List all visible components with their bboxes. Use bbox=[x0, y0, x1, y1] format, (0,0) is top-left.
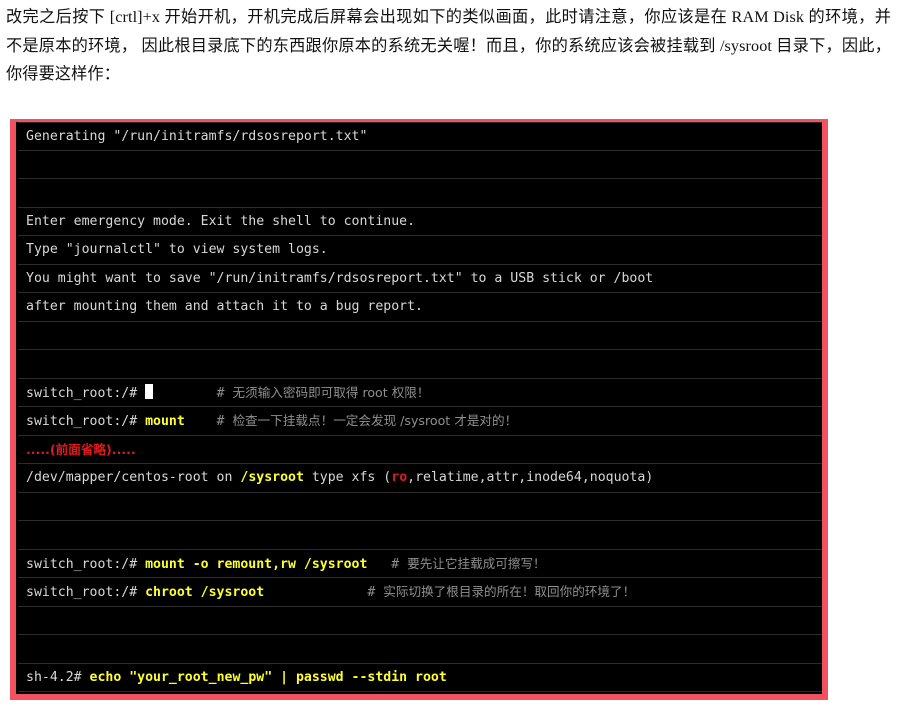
terminal-blank-line bbox=[18, 493, 822, 521]
terminal-token-prompt: sh-4.2# bbox=[26, 669, 90, 685]
terminal-line: switch_root:/# chroot /sysroot # 实际切换了根目… bbox=[18, 578, 822, 607]
terminal-blank-line bbox=[18, 607, 822, 635]
terminal-line: switch_root:/# mount # 检查一下挂载点！一定会发现 /sy… bbox=[18, 407, 822, 436]
terminal-token-plain: after mounting them and attach it to a b… bbox=[26, 299, 423, 314]
terminal-token-plain: You might want to save "/run/initramfs/r… bbox=[26, 270, 654, 286]
terminal-frame: Generating "/run/initramfs/rdsosreport.t… bbox=[10, 119, 828, 700]
terminal-line: switch_root:/# # 无须输入密码即可取得 root 权限！ bbox=[18, 379, 822, 407]
terminal-token-comment: # bbox=[264, 585, 384, 600]
terminal-token-plain: Generating "/run/initramfs/rdsosreport.t… bbox=[26, 129, 368, 144]
terminal-line: sh-4.2# touch /.autorelabel # 很重要！变回 SEL… bbox=[18, 692, 822, 694]
terminal-token-prompt: switch_root:/# bbox=[26, 414, 146, 429]
terminal-token-plain: Type "journalctl" to view system logs. bbox=[26, 242, 328, 257]
terminal-token-comment-cjk: 检查一下挂载点！一定会发现 /sysroot 才是对的！ bbox=[232, 413, 518, 428]
terminal-blank-line bbox=[18, 350, 822, 379]
intro-paragraph: 改完之后按下 [crtl]+x 开始开机，开机完成后屏幕会出现如下的类似画面，此… bbox=[0, 3, 897, 89]
terminal-token-cmd: mount -o remount,rw /sysroot bbox=[145, 556, 368, 572]
terminal-token-comment: # bbox=[184, 414, 233, 429]
terminal-blank-line bbox=[18, 322, 822, 350]
terminal-line: .....(前面省略)..... bbox=[18, 436, 822, 464]
terminal-token-comment: # bbox=[153, 385, 233, 401]
terminal-token-cmd: echo "your_root_new_pw" | passwd --stdin… bbox=[89, 669, 447, 685]
terminal-blank-line bbox=[18, 179, 822, 208]
terminal-line: switch_root:/# mount -o remount,rw /sysr… bbox=[18, 550, 822, 578]
terminal-token-prompt: switch_root:/# bbox=[26, 556, 146, 572]
terminal-cursor bbox=[145, 383, 154, 399]
terminal-blank-line bbox=[18, 151, 822, 179]
terminal-token-yellow: /sysroot bbox=[240, 470, 304, 485]
terminal-line: Enter emergency mode. Exit the shell to … bbox=[18, 208, 822, 236]
terminal-line: Generating "/run/initramfs/rdsosreport.t… bbox=[18, 122, 822, 151]
terminal-output: Generating "/run/initramfs/rdsosreport.t… bbox=[18, 122, 822, 694]
terminal-line: Type "journalctl" to view system logs. bbox=[18, 236, 822, 265]
terminal-token-plain: type xfs ( bbox=[303, 470, 392, 485]
terminal-token-red: ro bbox=[391, 470, 408, 485]
terminal-token-plain: /dev/mapper/centos-root on bbox=[26, 470, 241, 485]
terminal-line: sh-4.2# echo "your_root_new_pw" | passwd… bbox=[18, 664, 822, 692]
terminal-line: after mounting them and attach it to a b… bbox=[18, 293, 822, 322]
terminal-blank-line bbox=[18, 521, 822, 550]
terminal-blank-line bbox=[18, 635, 822, 664]
terminal-token-comment-cjk: 实际切换了根目录的所在！取回你的环境了！ bbox=[383, 584, 636, 599]
terminal-token-red-cjk: .....(前面省略)..... bbox=[26, 441, 136, 457]
terminal-line: You might want to save "/run/initramfs/r… bbox=[18, 265, 822, 293]
terminal-token-cmd: chroot /sysroot bbox=[145, 585, 265, 600]
terminal-inner: Generating "/run/initramfs/rdsosreport.t… bbox=[16, 122, 822, 694]
terminal-token-comment-cjk: 要先让它挂载成可擦写！ bbox=[407, 555, 546, 571]
intro-text: 改完之后按下 [crtl]+x 开始开机，开机完成后屏幕会出现如下的类似画面，此… bbox=[6, 8, 891, 83]
terminal-token-prompt: switch_root:/# bbox=[26, 385, 146, 401]
terminal-token-prompt: switch_root:/# bbox=[26, 585, 146, 600]
terminal-token-plain: ,relatime,attr,inode64,noquota) bbox=[407, 470, 654, 485]
terminal-line: /dev/mapper/centos-root on /sysroot type… bbox=[18, 464, 822, 493]
terminal-token-comment: # bbox=[367, 556, 408, 572]
terminal-token-plain: Enter emergency mode. Exit the shell to … bbox=[26, 213, 416, 229]
terminal-token-comment-cjk: 无须输入密码即可取得 root 权限！ bbox=[232, 384, 430, 400]
terminal-token-cmd: mount bbox=[145, 414, 185, 429]
